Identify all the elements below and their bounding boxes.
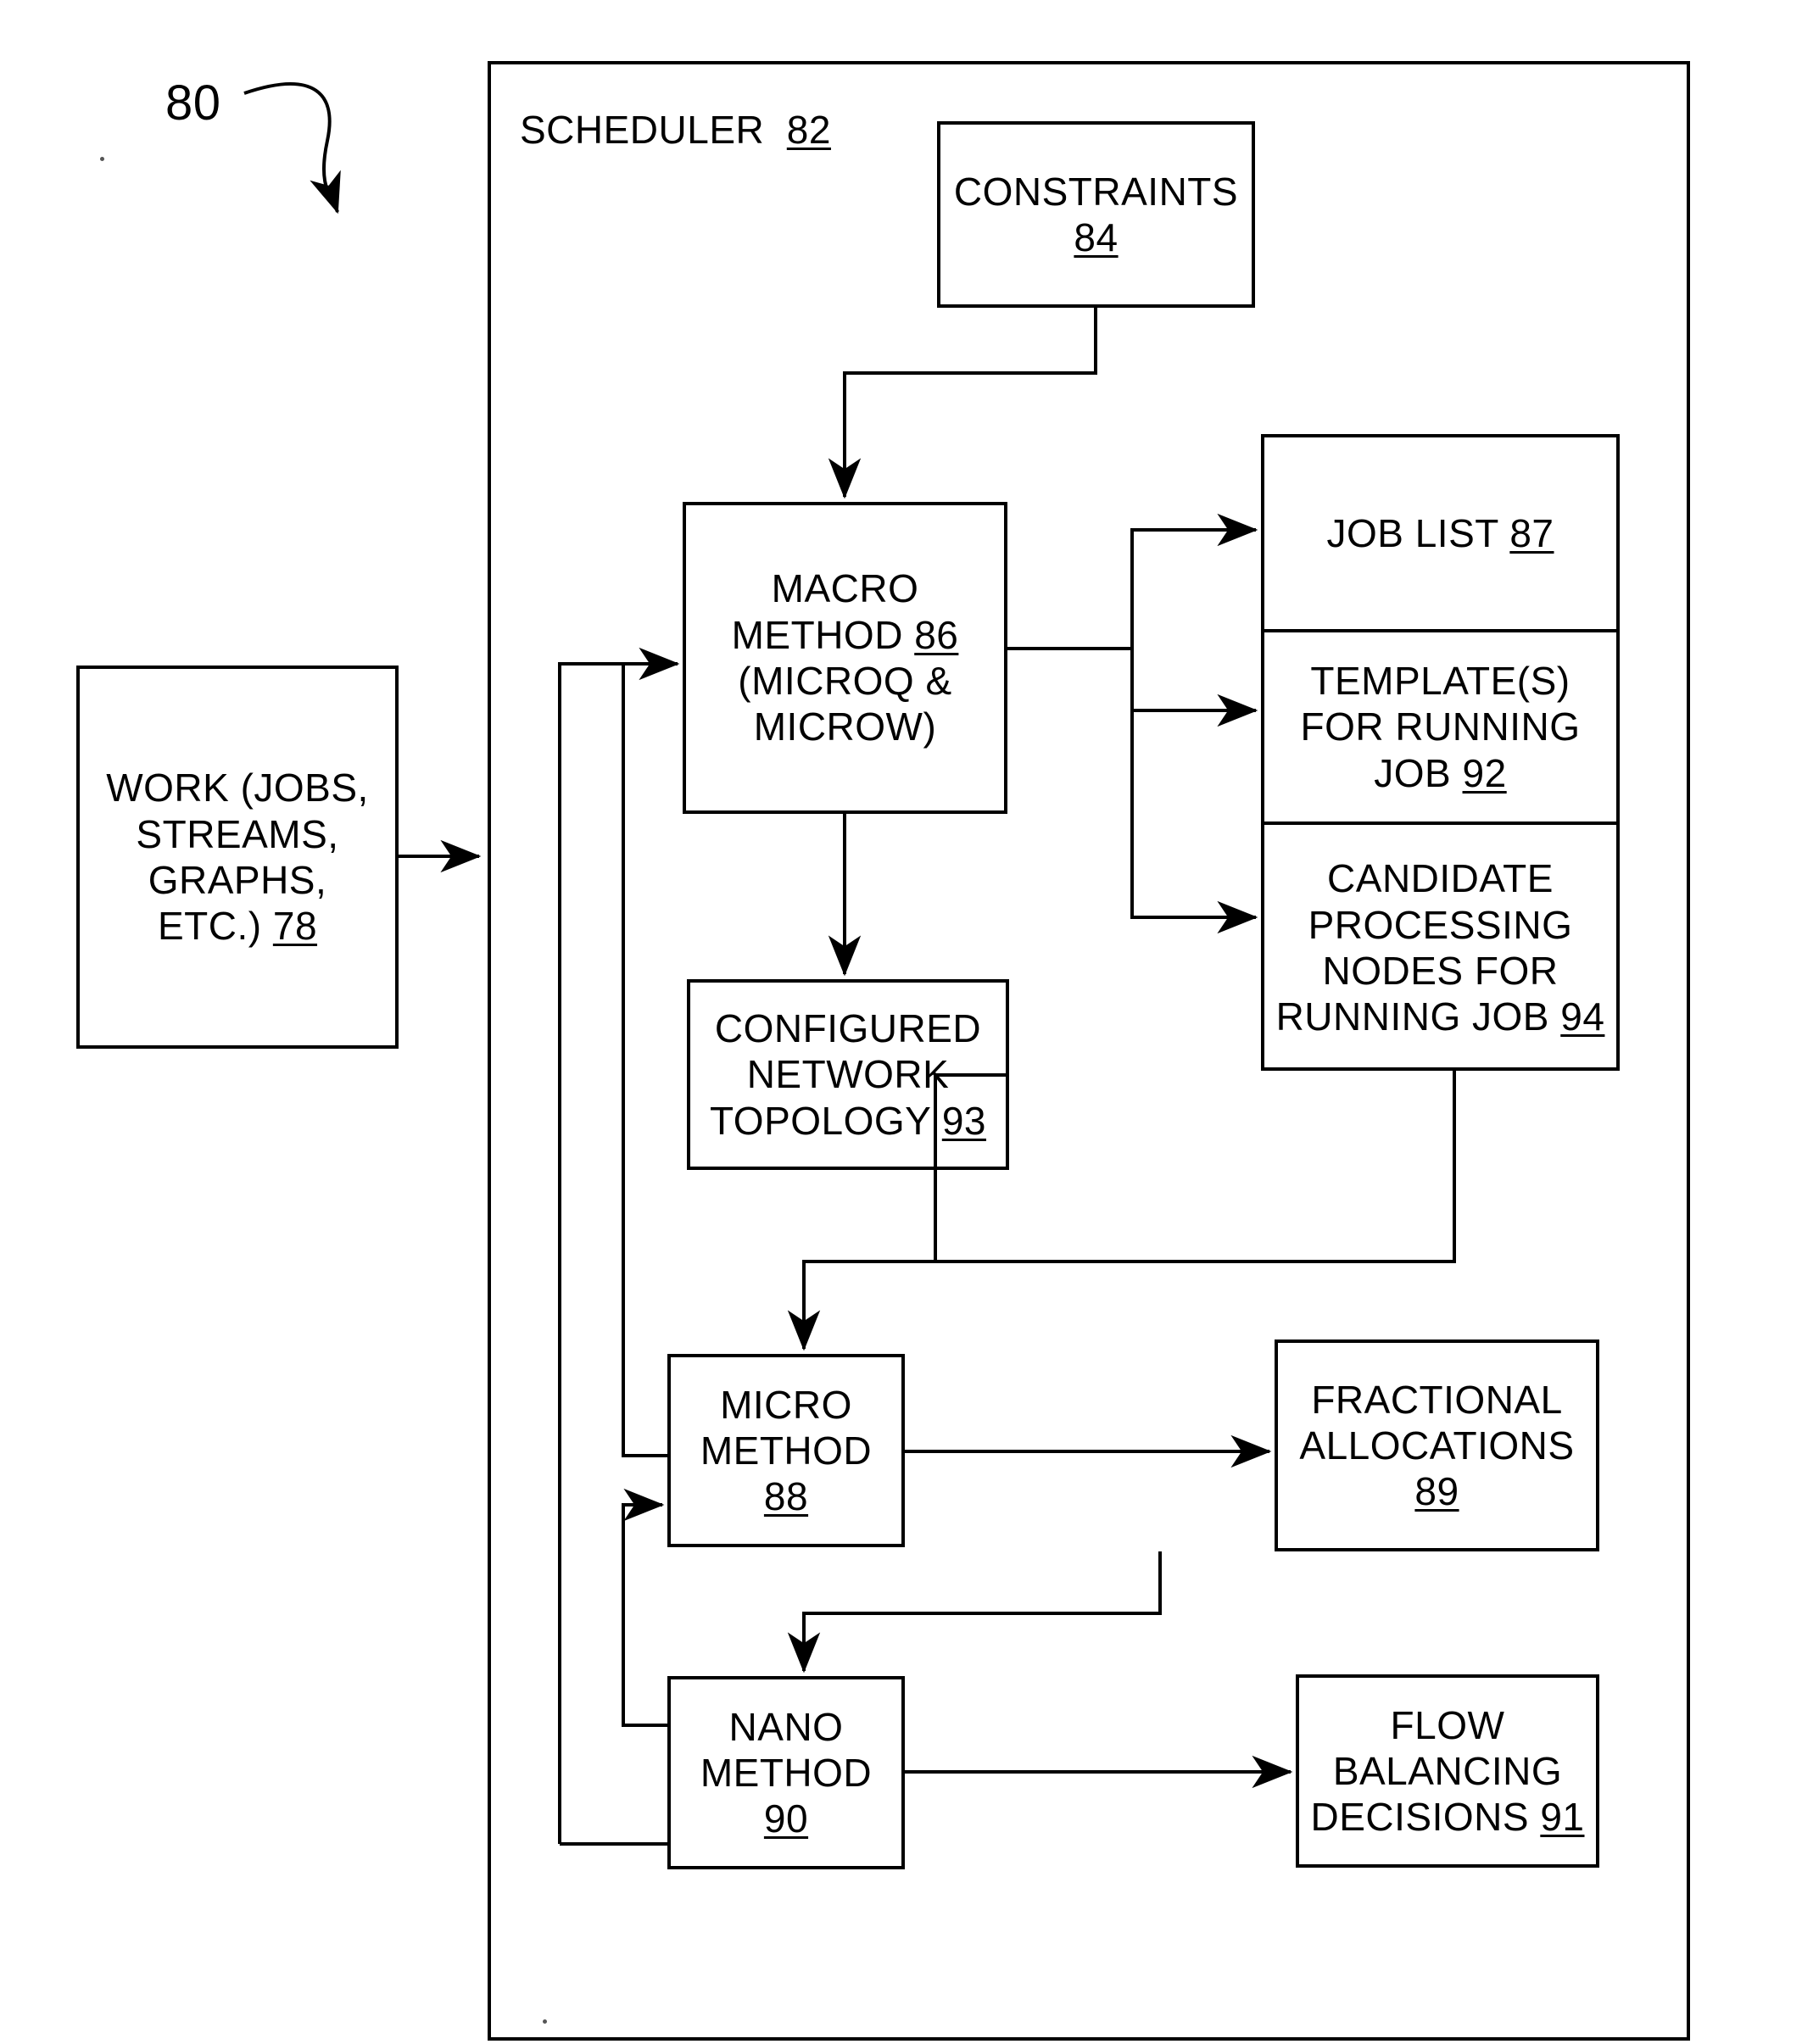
candidate-nodes-cell: CANDIDATE PROCESSING NODES FOR RUNNING J…: [1264, 821, 1616, 1071]
fractional-allocations-label: FRACTIONAL ALLOCATIONS 89: [1299, 1377, 1575, 1514]
constraints-box: CONSTRAINTS 84: [937, 121, 1255, 308]
figure-reference-label: 80: [165, 75, 221, 131]
templates-label: TEMPLATE(S) FOR RUNNING JOB 92: [1300, 659, 1581, 795]
figure-canvas: 80 SCHEDULER 82 CONSTRAINTS 84 WORK (JOBS…: [0, 0, 1802, 2044]
constraints-box-label: CONSTRAINTS 84: [953, 169, 1239, 259]
work-box-label: WORK (JOBS, STREAMS, GRAPHS, ETC.) 78: [106, 766, 369, 949]
work-box: WORK (JOBS, STREAMS, GRAPHS, ETC.) 78: [76, 666, 399, 1049]
macro-method-box: MACRO METHOD 86 (MICROQ & MICROW): [683, 502, 1007, 814]
flow-balancing-decisions-label: FLOW BALANCING DECISIONS 91: [1310, 1702, 1585, 1840]
scheduler-ref: 82: [786, 108, 831, 152]
macro-outputs-stack: JOB LIST 87 TEMPLATE(S) FOR RUNNING JOB …: [1261, 434, 1620, 1071]
scheduler-title: SCHEDULER 82: [520, 107, 831, 153]
templates-cell: TEMPLATE(S) FOR RUNNING JOB 92: [1264, 629, 1616, 821]
scheduler-title-text: SCHEDULER: [520, 108, 765, 152]
micro-method-label: MICRO METHOD 88: [700, 1382, 873, 1519]
configured-network-topology-label: CONFIGURED NETWORK TOPOLOGY 93: [710, 1006, 986, 1143]
macro-method-label: MACRO METHOD 86 (MICROQ & MICROW): [731, 566, 959, 749]
fractional-allocations-box: FRACTIONAL ALLOCATIONS 89: [1275, 1339, 1599, 1551]
scan-speckle: [100, 157, 104, 161]
job-list-cell: JOB LIST 87: [1264, 437, 1616, 629]
figure-leader-arrow: [243, 82, 341, 214]
job-list-label: JOB LIST 87: [1326, 510, 1554, 555]
flow-balancing-decisions-box: FLOW BALANCING DECISIONS 91: [1296, 1674, 1599, 1868]
scan-speckle: [543, 2019, 547, 2024]
nano-method-label: NANO METHOD 90: [700, 1704, 873, 1841]
micro-method-box: MICRO METHOD 88: [667, 1354, 905, 1547]
nano-method-box: NANO METHOD 90: [667, 1676, 905, 1869]
candidate-nodes-label: CANDIDATE PROCESSING NODES FOR RUNNING J…: [1275, 856, 1605, 1039]
configured-network-topology-box: CONFIGURED NETWORK TOPOLOGY 93: [687, 979, 1009, 1170]
